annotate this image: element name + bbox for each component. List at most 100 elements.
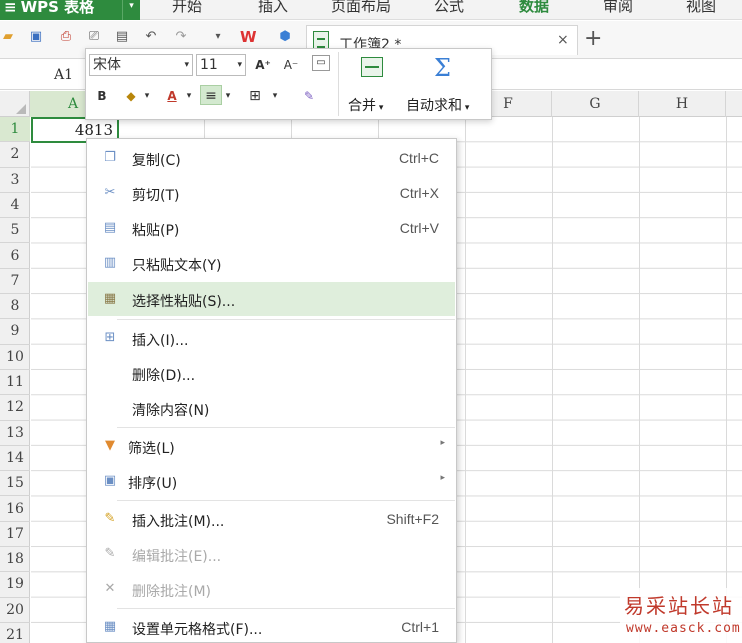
merge-cells-icon[interactable] [361, 57, 383, 77]
insert-comment-icon: ✎ [104, 511, 116, 526]
row-header[interactable]: 10 [0, 345, 30, 370]
menu-item-delete[interactable]: 删除(D)... [88, 356, 455, 390]
row-header[interactable]: 7 [0, 269, 30, 295]
save-icon[interactable]: ▣ [28, 29, 44, 45]
print-icon[interactable]: ⎚ [86, 29, 102, 45]
row-header[interactable]: 9 [0, 319, 30, 345]
font-name-select[interactable]: 宋体 ▾ [89, 54, 193, 76]
column-header[interactable]: H [639, 91, 726, 117]
submenu-arrow-icon: ▸ [440, 473, 445, 483]
site-watermark: 易采站长站 www.easck.com [620, 588, 742, 643]
grow-font-button[interactable]: A⁺ [252, 55, 274, 75]
cut-icon: ✂ [104, 185, 116, 200]
edit-comment-icon: ✎ [104, 546, 116, 561]
row-header[interactable]: 18 [0, 547, 30, 573]
row-header[interactable]: 13 [0, 421, 30, 446]
menu-item-shortcut: Ctrl+V [399, 220, 439, 236]
open-folder-icon[interactable]: ▰ [0, 29, 16, 45]
row-header[interactable]: 14 [0, 446, 30, 472]
tab-view[interactable]: 视图 [686, 0, 716, 20]
pdf-export-icon[interactable]: ⎙ [58, 29, 74, 45]
row-header[interactable]: 19 [0, 572, 30, 598]
floating-format-toolbar: 宋体 ▾ 11 ▾ A⁺ A⁻ ▭ B ◆ ▾ A ▾ ≡ ▾ ⊞ ▾ ✎ 合并 ▾… [85, 48, 492, 120]
menu-item-copy[interactable]: ❐ 复制(C) Ctrl+C [88, 141, 455, 175]
autosum-button[interactable]: 自动求和 ▾ [406, 95, 469, 115]
font-color-button[interactable]: A [164, 86, 180, 106]
menu-item-sort[interactable]: ▣ 排序(U) ▸ [88, 464, 455, 498]
font-size-select[interactable]: 11 ▾ [196, 54, 246, 76]
menu-item-paste-special[interactable]: ▦ 选择性粘贴(S)... [88, 282, 455, 316]
menu-item-cut[interactable]: ✂ 剪切(T) Ctrl+X [88, 176, 455, 210]
merge-button[interactable]: 合并 ▾ [348, 95, 383, 115]
menu-item-insert[interactable]: ⊞ 插入(I)... [88, 321, 455, 355]
row-header[interactable]: 15 [0, 471, 30, 497]
format-cells-icon: ▦ [103, 619, 117, 634]
menu-item-insert-comment[interactable]: ✎ 插入批注(M)... Shift+F2 [88, 502, 455, 536]
menu-item-delete-comment[interactable]: ✕ 删除批注(M) [88, 572, 455, 606]
paste-special-icon: ▦ [103, 291, 117, 306]
row-header[interactable]: 1 [0, 117, 30, 143]
submenu-arrow-icon: ▸ [440, 438, 445, 448]
print-preview-icon[interactable]: ▤ [114, 29, 130, 45]
select-all-corner[interactable] [0, 91, 30, 117]
menu-item-label: 设置单元格格式(F)... [132, 622, 263, 638]
tab-data[interactable]: 数据 [519, 0, 549, 20]
close-tab-icon[interactable]: × [557, 32, 569, 48]
customize-dropdown-icon[interactable]: ▾ [210, 29, 226, 45]
row-header[interactable]: 21 [0, 623, 30, 643]
tab-page-layout[interactable]: 页面布局 [331, 0, 391, 20]
row-header[interactable]: 8 [0, 294, 30, 320]
bold-button[interactable]: B [94, 86, 110, 106]
tab-formula[interactable]: 公式 [434, 0, 464, 20]
menu-item-label: 粘贴(P) [132, 223, 180, 239]
column-header[interactable]: G [552, 91, 639, 117]
shrink-font-button[interactable]: A⁻ [280, 55, 302, 75]
menu-separator [117, 500, 455, 501]
row-header[interactable]: 20 [0, 598, 30, 623]
format-painter-icon[interactable]: ✎ [300, 86, 318, 106]
insert-icon: ⊞ [104, 330, 116, 345]
tab-insert[interactable]: 插入 [258, 0, 288, 20]
undo-icon[interactable]: ↶ [143, 29, 159, 45]
menu-item-clear-contents[interactable]: 清除内容(N) [88, 391, 455, 425]
menu-item-paste-text[interactable]: ▥ 只粘贴文本(Y) [88, 246, 455, 280]
new-tab-icon[interactable]: + [584, 28, 602, 50]
ribbon-tab-bar: ≡ WPS 表格 ▾ 开始 插入 页面布局 公式 数据 审阅 视图 [0, 0, 742, 20]
row-header[interactable]: 16 [0, 497, 30, 522]
row-header[interactable]: 17 [0, 522, 30, 548]
menu-item-filter[interactable]: ▼ 筛选(L) ▸ [88, 429, 455, 463]
fill-color-icon[interactable]: ◆ [122, 86, 140, 106]
row-header[interactable]: 2 [0, 142, 30, 168]
row-header[interactable]: 6 [0, 244, 30, 269]
row-header[interactable]: 4 [0, 193, 30, 219]
menu-item-format-cells[interactable]: ▦ 设置单元格格式(F)... Ctrl+1 [88, 610, 455, 643]
menu-item-label: 筛选(L) [128, 441, 175, 457]
app-menu-dropdown-icon[interactable]: ▾ [122, 0, 140, 20]
app-menu-button[interactable]: ≡ WPS 表格 [0, 0, 122, 20]
chevron-down-icon[interactable]: ▾ [270, 86, 280, 106]
row-header[interactable]: 3 [0, 168, 30, 193]
watermark-title: 易采站长站 [624, 594, 734, 618]
align-center-icon[interactable]: ≡ [200, 85, 222, 105]
cloud-icon[interactable]: ⬢ [277, 29, 293, 45]
font-name-value: 宋体 [93, 57, 121, 73]
menu-separator [117, 427, 455, 428]
tab-home[interactable]: 开始 [172, 0, 202, 20]
chevron-down-icon[interactable]: ▾ [184, 86, 194, 106]
name-box[interactable]: A1 [54, 67, 73, 83]
row-header[interactable]: 5 [0, 218, 30, 244]
menu-item-edit-comment[interactable]: ✎ 编辑批注(E)... [88, 537, 455, 571]
clear-format-icon[interactable]: ▭ [312, 55, 330, 71]
menu-item-label: 复制(C) [132, 153, 181, 169]
redo-icon[interactable]: ↷ [173, 29, 189, 45]
paste-icon: ▤ [103, 220, 117, 235]
borders-icon[interactable]: ⊞ [246, 86, 264, 106]
wps-logo-icon[interactable]: W [240, 29, 257, 45]
row-header[interactable]: 11 [0, 370, 30, 396]
chevron-down-icon[interactable]: ▾ [142, 86, 152, 106]
menu-item-paste[interactable]: ▤ 粘贴(P) Ctrl+V [88, 211, 455, 245]
chevron-down-icon[interactable]: ▾ [223, 86, 233, 106]
row-header[interactable]: 12 [0, 395, 30, 421]
autosum-icon[interactable]: Σ [434, 54, 451, 82]
tab-review[interactable]: 审阅 [603, 0, 633, 20]
